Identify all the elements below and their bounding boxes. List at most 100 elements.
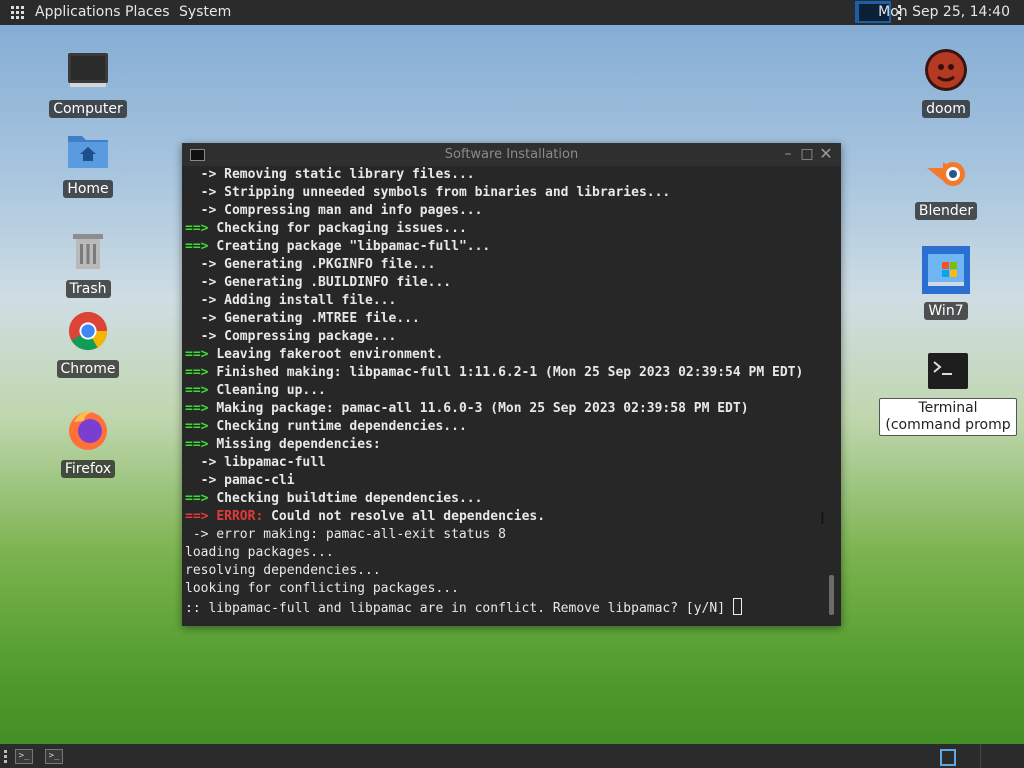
maximize-button[interactable]: □: [800, 147, 814, 161]
terminal-text: :: libpamac-full and libpamac are in con…: [185, 601, 733, 616]
terminal-text: ->: [185, 275, 225, 290]
terminal-line: ==> Checking for packaging issues...: [185, 220, 825, 238]
terminal-text: Leaving fakeroot environment.: [216, 347, 444, 362]
top-panel: Applications Places System Mon Sep 25, 1…: [0, 0, 1024, 25]
terminal-line: -> error making: pamac-all-exit status 8: [185, 526, 825, 544]
win7-icon: [922, 246, 970, 294]
clock[interactable]: Mon Sep 25, 14:40: [878, 0, 1010, 25]
terminal-text: Checking runtime dependencies...: [216, 419, 467, 434]
window-titlebar[interactable]: Software Installation – □ ✕: [182, 143, 841, 166]
terminal-line: -> pamac-cli: [185, 472, 825, 490]
terminal-text: ==>: [185, 239, 217, 254]
terminal-line: :: libpamac-full and libpamac are in con…: [185, 598, 825, 616]
terminal-text: Checking for packaging issues...: [216, 221, 467, 236]
desktop-label: Terminal (command promp: [879, 398, 1017, 436]
terminal-line: -> Stripping unneeded symbols from binar…: [185, 184, 825, 202]
desktop-icon-chrome[interactable]: Chrome: [43, 310, 133, 378]
computer-icon: [68, 53, 108, 87]
terminal-text: loading packages...: [185, 545, 334, 560]
mouse-cursor-icon: I: [820, 509, 825, 528]
home-folder-icon: [68, 136, 108, 168]
desktop-label: Computer: [49, 100, 127, 118]
terminal-line: ==> Cleaning up...: [185, 382, 825, 400]
close-button[interactable]: ✕: [819, 146, 833, 162]
terminal-line: ==> Creating package "libpamac-full"...: [185, 238, 825, 256]
terminal-line: -> libpamac-full: [185, 454, 825, 472]
taskbar-terminal-icon[interactable]: >_: [45, 749, 63, 764]
panel-handle-icon: [4, 750, 7, 765]
terminal-text: Generating .BUILDINFO file...: [224, 275, 452, 290]
terminal-line: -> Compressing package...: [185, 328, 825, 346]
terminal-window[interactable]: Software Installation – □ ✕ -> Removing …: [182, 143, 841, 626]
terminal-line: ==> Missing dependencies:: [185, 436, 825, 454]
desktop-label: Firefox: [60, 460, 116, 478]
terminal-line: resolving dependencies...: [185, 562, 825, 580]
trash-icon: [73, 234, 103, 269]
terminal-text: Generating .MTREE file...: [224, 311, 420, 326]
terminal-text: Could not resolve all dependencies.: [271, 509, 546, 524]
terminal-text: ==>: [185, 401, 217, 416]
terminal-line: -> Adding install file...: [185, 292, 825, 310]
desktop-icon-firefox[interactable]: Firefox: [43, 408, 133, 478]
terminal-text: Compressing man and info pages...: [224, 203, 483, 218]
terminal-text: Adding install file...: [224, 293, 397, 308]
terminal-text: Checking buildtime dependencies...: [216, 491, 483, 506]
terminal-output[interactable]: -> Removing static library files... -> S…: [185, 166, 825, 622]
firefox-icon: [69, 411, 107, 450]
text-cursor: [732, 598, 742, 615]
desktop-icon-win7[interactable]: Win7: [901, 246, 991, 320]
terminal-line: -> Generating .PKGINFO file...: [185, 256, 825, 274]
desktop-label: Chrome: [56, 360, 120, 378]
terminal-text: pamac-cli: [224, 473, 295, 488]
terminal-icon: [928, 353, 968, 389]
terminal-text: Creating package "libpamac-full"...: [216, 239, 491, 254]
minimize-button[interactable]: –: [781, 147, 795, 161]
desktop-icon-computer[interactable]: Computer: [43, 50, 133, 118]
desktop-label: Win7: [924, 302, 968, 320]
terminal-text: Missing dependencies:: [216, 437, 381, 452]
terminal-text: looking for conflicting packages...: [185, 581, 459, 596]
chrome-icon: [68, 311, 108, 351]
terminal-text: ==>: [185, 509, 217, 524]
desktop-icon-terminal[interactable]: Terminal (command promp: [878, 352, 1018, 436]
desktop-icon-trash[interactable]: Trash: [43, 230, 133, 298]
doom-icon: [925, 49, 967, 91]
terminal-text: resolving dependencies...: [185, 563, 381, 578]
applications-menu[interactable]: Applications: [35, 0, 121, 25]
workspace-switcher[interactable]: [940, 749, 956, 766]
terminal-text: ==>: [185, 365, 217, 380]
terminal-line: ==> ERROR: Could not resolve all depende…: [185, 508, 825, 526]
terminal-text: ==>: [185, 221, 217, 236]
places-menu[interactable]: Places: [125, 0, 170, 25]
terminal-text: ->: [185, 203, 225, 218]
terminal-text: ==>: [185, 437, 217, 452]
bottom-panel: >_ >_: [0, 744, 1024, 768]
terminal-text: Finished making: libpamac-full 1:11.6.2-…: [216, 365, 804, 380]
window-title: Software Installation: [444, 147, 579, 162]
desktop-label: Home: [63, 180, 113, 198]
desktop-label: Trash: [65, 280, 111, 298]
terminal-line: ==> Finished making: libpamac-full 1:11.…: [185, 364, 825, 382]
system-menu[interactable]: System: [179, 0, 231, 25]
terminal-line: ==> Leaving fakeroot environment.: [185, 346, 825, 364]
desktop-icon-doom[interactable]: doom: [901, 48, 991, 118]
terminal-line: ==> Checking buildtime dependencies...: [185, 490, 825, 508]
terminal-line: loading packages...: [185, 544, 825, 562]
terminal-text: Making package: pamac-all 11.6.0-3 (Mon …: [216, 401, 749, 416]
applications-grid-icon[interactable]: [11, 6, 25, 20]
terminal-line: -> Generating .BUILDINFO file...: [185, 274, 825, 292]
terminal-text: Generating .PKGINFO file...: [224, 257, 436, 272]
terminal-text: ->: [185, 185, 225, 200]
terminal-text: ->: [185, 311, 225, 326]
desktop-icon-home[interactable]: Home: [43, 130, 133, 198]
desktop-icon-blender[interactable]: Blender: [901, 150, 991, 220]
terminal-line: -> Generating .MTREE file...: [185, 310, 825, 328]
scrollbar[interactable]: [829, 575, 834, 615]
blender-icon: [927, 162, 965, 186]
terminal-text: ->: [185, 167, 225, 182]
desktop-label: doom: [922, 100, 970, 118]
taskbar-terminal-icon[interactable]: >_: [15, 749, 33, 764]
terminal-text: ->: [185, 293, 225, 308]
terminal-text: ==>: [185, 383, 217, 398]
desktop-label: Blender: [914, 202, 978, 220]
